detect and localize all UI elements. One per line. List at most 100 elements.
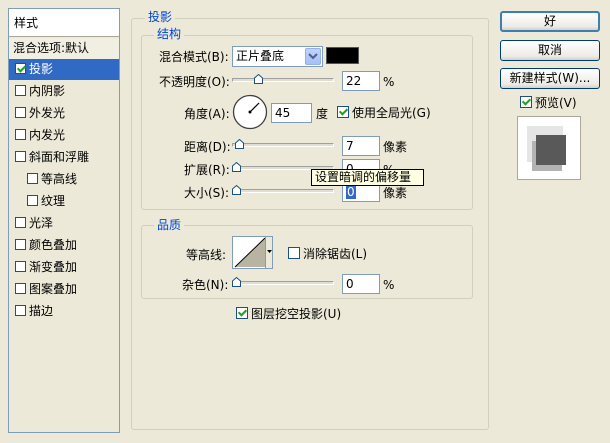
opacity-unit: % [383, 75, 395, 89]
style-item-checkbox-icon[interactable] [27, 195, 38, 206]
preview-checkbox[interactable]: 预览(V) [520, 96, 577, 110]
size-slider-track[interactable] [232, 189, 334, 193]
structure-title: 结构 [154, 27, 185, 41]
contour-picker[interactable] [232, 236, 273, 269]
style-item[interactable]: 图案叠加 [9, 279, 119, 300]
blend-options-item[interactable]: 混合选项:默认 [9, 38, 119, 59]
style-item-label: 图案叠加 [29, 282, 78, 296]
drop-shadow-title: 投影 [145, 10, 176, 24]
style-item-label: 颜色叠加 [29, 238, 78, 252]
distance-label: 距离(D): [184, 140, 231, 154]
style-item-checkbox-icon[interactable] [15, 63, 26, 74]
style-item[interactable]: 渐变叠加 [9, 257, 119, 278]
style-item-checkbox-icon[interactable] [15, 217, 26, 228]
style-item-label: 光泽 [29, 216, 54, 230]
style-item[interactable]: 等高线 [9, 169, 119, 190]
knockout-label: 图层挖空投影(U) [251, 307, 342, 321]
noise-input[interactable]: 0 [342, 274, 380, 294]
style-item-label: 等高线 [41, 172, 78, 186]
cancel-button[interactable]: 取消 [500, 40, 600, 61]
style-item[interactable]: 纹理 [9, 191, 119, 212]
noise-value: 0 [346, 277, 354, 291]
preview-layer [536, 135, 566, 165]
style-item[interactable]: 内阴影 [9, 81, 119, 102]
quality-title: 品质 [154, 218, 185, 232]
style-list: 样式 混合选项:默认 投影内阴影外发光内发光斜面和浮雕等高线纹理光泽颜色叠加渐变… [8, 8, 120, 433]
contour-dropdown-icon[interactable] [265, 237, 272, 268]
opacity-value: 22 [346, 74, 362, 88]
style-item-label: 渐变叠加 [29, 260, 78, 274]
style-item[interactable]: 投影 [9, 59, 119, 80]
contour-label: 等高线: [186, 248, 227, 262]
preview-thumbnail [517, 116, 581, 180]
preview-check-icon[interactable] [520, 96, 532, 108]
style-item-label: 描边 [29, 304, 54, 318]
anti-alias-label: 消除锯齿(L) [303, 247, 368, 261]
style-item-checkbox-icon[interactable] [15, 261, 26, 272]
style-item-checkbox-icon[interactable] [15, 283, 26, 294]
style-item[interactable]: 颜色叠加 [9, 235, 119, 256]
blend-mode-value: 正片叠底 [236, 49, 285, 63]
size-slider-thumb[interactable] [232, 185, 241, 195]
style-item-label: 外发光 [29, 106, 66, 120]
opacity-slider-track[interactable] [232, 78, 334, 82]
style-item-checkbox-icon[interactable] [15, 129, 26, 140]
distance-slider-thumb[interactable] [235, 139, 244, 149]
noise-label: 杂色(N): [182, 278, 229, 292]
size-unit: 像素 [383, 186, 408, 200]
noise-slider-track[interactable] [232, 281, 334, 285]
blend-options-label: 混合选项:默认 [13, 41, 90, 55]
tooltip: 设置暗调的偏移量 [311, 169, 424, 186]
angle-unit: 度 [316, 107, 329, 121]
shadow-color-swatch[interactable] [326, 47, 359, 64]
style-item-checkbox-icon[interactable] [15, 85, 26, 96]
spread-slider-thumb[interactable] [232, 162, 241, 172]
style-item-checkbox-icon[interactable] [15, 305, 26, 316]
global-light-check-icon[interactable] [337, 106, 349, 118]
size-value: 0 [346, 185, 356, 199]
style-item[interactable]: 外发光 [9, 103, 119, 124]
blend-mode-label: 混合模式(B): [159, 50, 229, 64]
ok-button[interactable]: 好 [500, 11, 600, 32]
style-item[interactable]: 描边 [9, 301, 119, 322]
style-item-label: 纹理 [41, 194, 66, 208]
blend-mode-select[interactable]: 正片叠底 [232, 46, 323, 67]
style-item-label: 内发光 [29, 128, 66, 142]
style-item-checkbox-icon[interactable] [27, 173, 38, 184]
opacity-input[interactable]: 22 [342, 71, 380, 91]
opacity-label: 不透明度(O): [159, 75, 230, 89]
opacity-slider-thumb[interactable] [254, 74, 263, 84]
new-style-button[interactable]: 新建样式(W)... [500, 68, 600, 89]
distance-unit: 像素 [383, 140, 408, 154]
distance-input[interactable]: 7 [342, 136, 380, 156]
style-item-checkbox-icon[interactable] [15, 239, 26, 250]
anti-alias-check-icon[interactable] [288, 247, 300, 259]
angle-input[interactable]: 45 [271, 103, 312, 123]
knockout-checkbox[interactable]: 图层挖空投影(U) [236, 307, 341, 321]
style-item[interactable]: 光泽 [9, 213, 119, 234]
global-light-label: 使用全局光(G) [352, 106, 431, 120]
angle-label: 角度(A): [184, 107, 230, 121]
noise-unit: % [383, 278, 395, 292]
global-light-checkbox[interactable]: 使用全局光(G) [337, 106, 431, 120]
style-item[interactable]: 斜面和浮雕 [9, 147, 119, 168]
style-item-checkbox-icon[interactable] [15, 107, 26, 118]
spread-label: 扩展(R): [184, 163, 230, 177]
knockout-check-icon[interactable] [236, 307, 248, 319]
anti-alias-checkbox[interactable]: 消除锯齿(L) [288, 247, 367, 261]
style-item-checkbox-icon[interactable] [15, 151, 26, 162]
distance-value: 7 [346, 139, 354, 153]
noise-slider-thumb[interactable] [232, 277, 241, 287]
style-item[interactable]: 内发光 [9, 125, 119, 146]
preview-label: 预览(V) [535, 96, 577, 110]
style-item-label: 斜面和浮雕 [29, 150, 90, 164]
style-item-label: 投影 [29, 62, 54, 76]
distance-slider-track[interactable] [232, 143, 334, 147]
size-label: 大小(S): [184, 186, 230, 200]
style-list-header: 样式 [9, 9, 119, 37]
angle-dial[interactable] [232, 94, 268, 130]
contour-preview-icon [234, 237, 266, 268]
style-item-label: 内阴影 [29, 84, 66, 98]
chevron-down-icon[interactable] [305, 48, 321, 65]
angle-value: 45 [275, 106, 291, 120]
